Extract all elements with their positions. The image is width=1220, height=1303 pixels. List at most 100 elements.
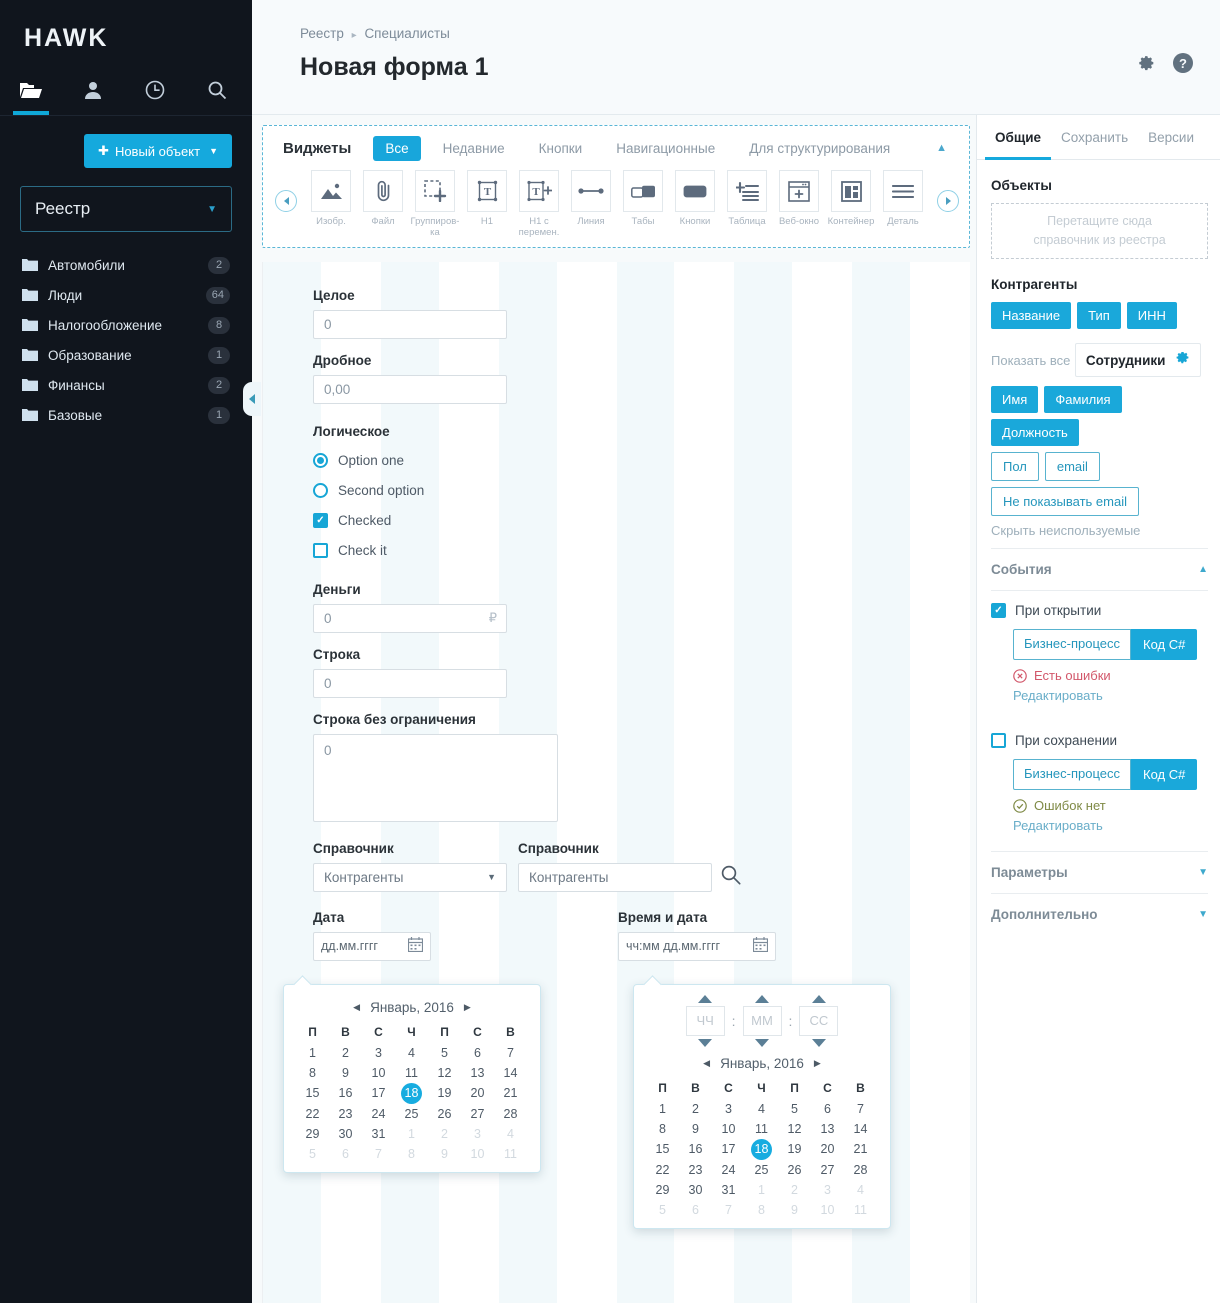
calendar-day-other-month[interactable]: 5 (296, 1144, 329, 1164)
chip-gender[interactable]: Пол (991, 452, 1039, 481)
widget-file[interactable]: Файл (357, 170, 409, 239)
calendar-day-other-month[interactable]: 4 (844, 1180, 877, 1200)
chevron-down-icon[interactable] (811, 1038, 826, 1047)
gear-icon[interactable] (1175, 350, 1190, 370)
calendar-day[interactable]: 22 (646, 1160, 679, 1180)
widgets-tab-recent[interactable]: Недавние (431, 136, 517, 161)
gear-icon[interactable] (1134, 52, 1156, 79)
calendar-day[interactable]: 22 (296, 1104, 329, 1124)
calendar-day[interactable]: 2 (679, 1099, 712, 1119)
calendar-day[interactable]: 29 (646, 1180, 679, 1200)
calendar-day[interactable]: 10 (362, 1063, 395, 1083)
new-object-button[interactable]: ✚ Новый объект ▼ (84, 134, 232, 168)
calendar-day[interactable]: 17 (362, 1083, 395, 1104)
calendar-day-other-month[interactable]: 10 (811, 1200, 844, 1220)
chip-inn[interactable]: ИНН (1126, 302, 1177, 329)
calendar-day[interactable]: 19 (428, 1083, 461, 1104)
calendar-day-other-month[interactable]: 11 (844, 1200, 877, 1220)
calendar-day[interactable]: 5 (428, 1043, 461, 1063)
checkbox-checked[interactable]: Checked (313, 506, 970, 536)
widget-detail[interactable]: Деталь (877, 170, 929, 239)
calendar-day[interactable]: 26 (778, 1160, 811, 1180)
calendar-day[interactable]: 6 (811, 1099, 844, 1119)
employees-hide-unused-link[interactable]: Скрыть неиспользуемые (991, 523, 1140, 538)
calendar-icon[interactable] (752, 937, 769, 955)
calendar-day[interactable]: 20 (461, 1083, 494, 1104)
hours-value[interactable]: ЧЧ (685, 1005, 725, 1036)
calendar-day[interactable]: 30 (329, 1124, 362, 1144)
events-accordion-header[interactable]: События ▲ (991, 548, 1208, 590)
seconds-stepper[interactable]: СС (799, 994, 839, 1047)
calendar-day-other-month[interactable]: 7 (712, 1200, 745, 1220)
widget-grouping[interactable]: Группиров-ка (409, 170, 461, 239)
calendar-day[interactable]: 11 (395, 1063, 428, 1083)
calendar-day[interactable]: 31 (362, 1124, 395, 1144)
list-item[interactable]: Образование 1 (0, 340, 252, 370)
widget-line[interactable]: Линия (565, 170, 617, 239)
chevron-down-icon[interactable] (698, 1038, 713, 1047)
help-icon[interactable]: ? (1172, 52, 1194, 79)
sidebar-tab-users[interactable] (62, 69, 124, 115)
calendar-day[interactable]: 1 (296, 1043, 329, 1063)
calendar-day[interactable]: 11 (745, 1119, 778, 1139)
calendar-day-other-month[interactable]: 11 (494, 1144, 527, 1164)
reference-search-input[interactable]: Контрагенты (518, 862, 712, 892)
widgets-prev-button[interactable] (275, 190, 297, 212)
calendar-next-button[interactable]: ▶ (814, 1058, 821, 1069)
date-input[interactable]: дд.мм.гггг (313, 931, 431, 961)
string-input[interactable] (313, 668, 507, 698)
calendar-day[interactable]: 9 (679, 1119, 712, 1139)
calendar-day[interactable]: 26 (428, 1104, 461, 1124)
calendar-day[interactable]: 3 (362, 1043, 395, 1063)
calendar-day[interactable]: 16 (329, 1083, 362, 1104)
calendar-day-other-month[interactable]: 3 (811, 1180, 844, 1200)
widgets-tab-structuring[interactable]: Для структурирования (737, 136, 902, 161)
calendar-day[interactable]: 2 (329, 1043, 362, 1063)
chip-email[interactable]: email (1044, 452, 1100, 481)
calendar-day[interactable]: 24 (712, 1160, 745, 1180)
tab-general[interactable]: Общие (985, 115, 1052, 160)
widget-container[interactable]: Контейнер (825, 170, 877, 239)
chevron-up-icon[interactable] (755, 994, 769, 1003)
sidebar-collapse-handle[interactable] (243, 382, 261, 416)
tab-save[interactable]: Сохранить (1051, 115, 1138, 159)
calendar-day[interactable]: 15 (646, 1139, 679, 1160)
breadcrumb-root[interactable]: Реестр (300, 26, 344, 41)
on-save-edit-link[interactable]: Редактировать (1013, 818, 1103, 833)
widget-tabs[interactable]: Табы (617, 170, 669, 239)
widget-image[interactable]: Изобр. (305, 170, 357, 239)
calendar-day[interactable]: 7 (494, 1043, 527, 1063)
datetime-picker-popup[interactable]: ЧЧ : ММ : СС ◀ Январь, 2016 ▶ П В С Ч П … (633, 983, 891, 1229)
text-textarea[interactable] (313, 733, 558, 822)
breadcrumb-current[interactable]: Специалисты (364, 26, 449, 41)
calendar-day[interactable]: 24 (362, 1104, 395, 1124)
list-item[interactable]: Люди 64 (0, 280, 252, 310)
csharp-code-button[interactable]: Код C# (1131, 759, 1198, 790)
widgets-tab-buttons[interactable]: Кнопки (527, 136, 595, 161)
calendar-day[interactable]: 12 (778, 1119, 811, 1139)
chip-first-name[interactable]: Имя (991, 386, 1039, 413)
widgets-next-button[interactable] (937, 190, 959, 212)
chip-hide-email[interactable]: Не показывать email (991, 487, 1139, 516)
calendar-day[interactable]: 12 (428, 1063, 461, 1083)
calendar-day-other-month[interactable]: 10 (461, 1144, 494, 1164)
sidebar-tab-folders[interactable] (0, 69, 62, 115)
calendar-day-other-month[interactable]: 4 (494, 1124, 527, 1144)
search-icon[interactable] (720, 864, 741, 890)
chip-position[interactable]: Должность (991, 419, 1079, 446)
calendar-day[interactable]: 21 (844, 1139, 877, 1160)
calendar-day-other-month[interactable]: 2 (428, 1124, 461, 1144)
parameters-accordion-header[interactable]: Параметры ▼ (991, 851, 1208, 893)
date-picker-popup[interactable]: ◀ Январь, 2016 ▶ П В С Ч П С В 1 2 3 4 5… (283, 983, 541, 1173)
calendar-day[interactable]: 27 (461, 1104, 494, 1124)
calendar-day-other-month[interactable]: 7 (362, 1144, 395, 1164)
calendar-day[interactable]: 28 (494, 1104, 527, 1124)
datetime-input[interactable]: чч:мм дд.мм.гггг (618, 931, 776, 961)
widgets-collapse-icon[interactable]: ▲ (936, 142, 955, 154)
integer-input[interactable] (313, 309, 507, 339)
calendar-icon[interactable] (407, 937, 424, 955)
calendar-day[interactable]: 27 (811, 1160, 844, 1180)
calendar-prev-button[interactable]: ◀ (703, 1058, 710, 1069)
calendar-day-other-month[interactable]: 8 (395, 1144, 428, 1164)
minutes-value[interactable]: ММ (742, 1005, 782, 1036)
